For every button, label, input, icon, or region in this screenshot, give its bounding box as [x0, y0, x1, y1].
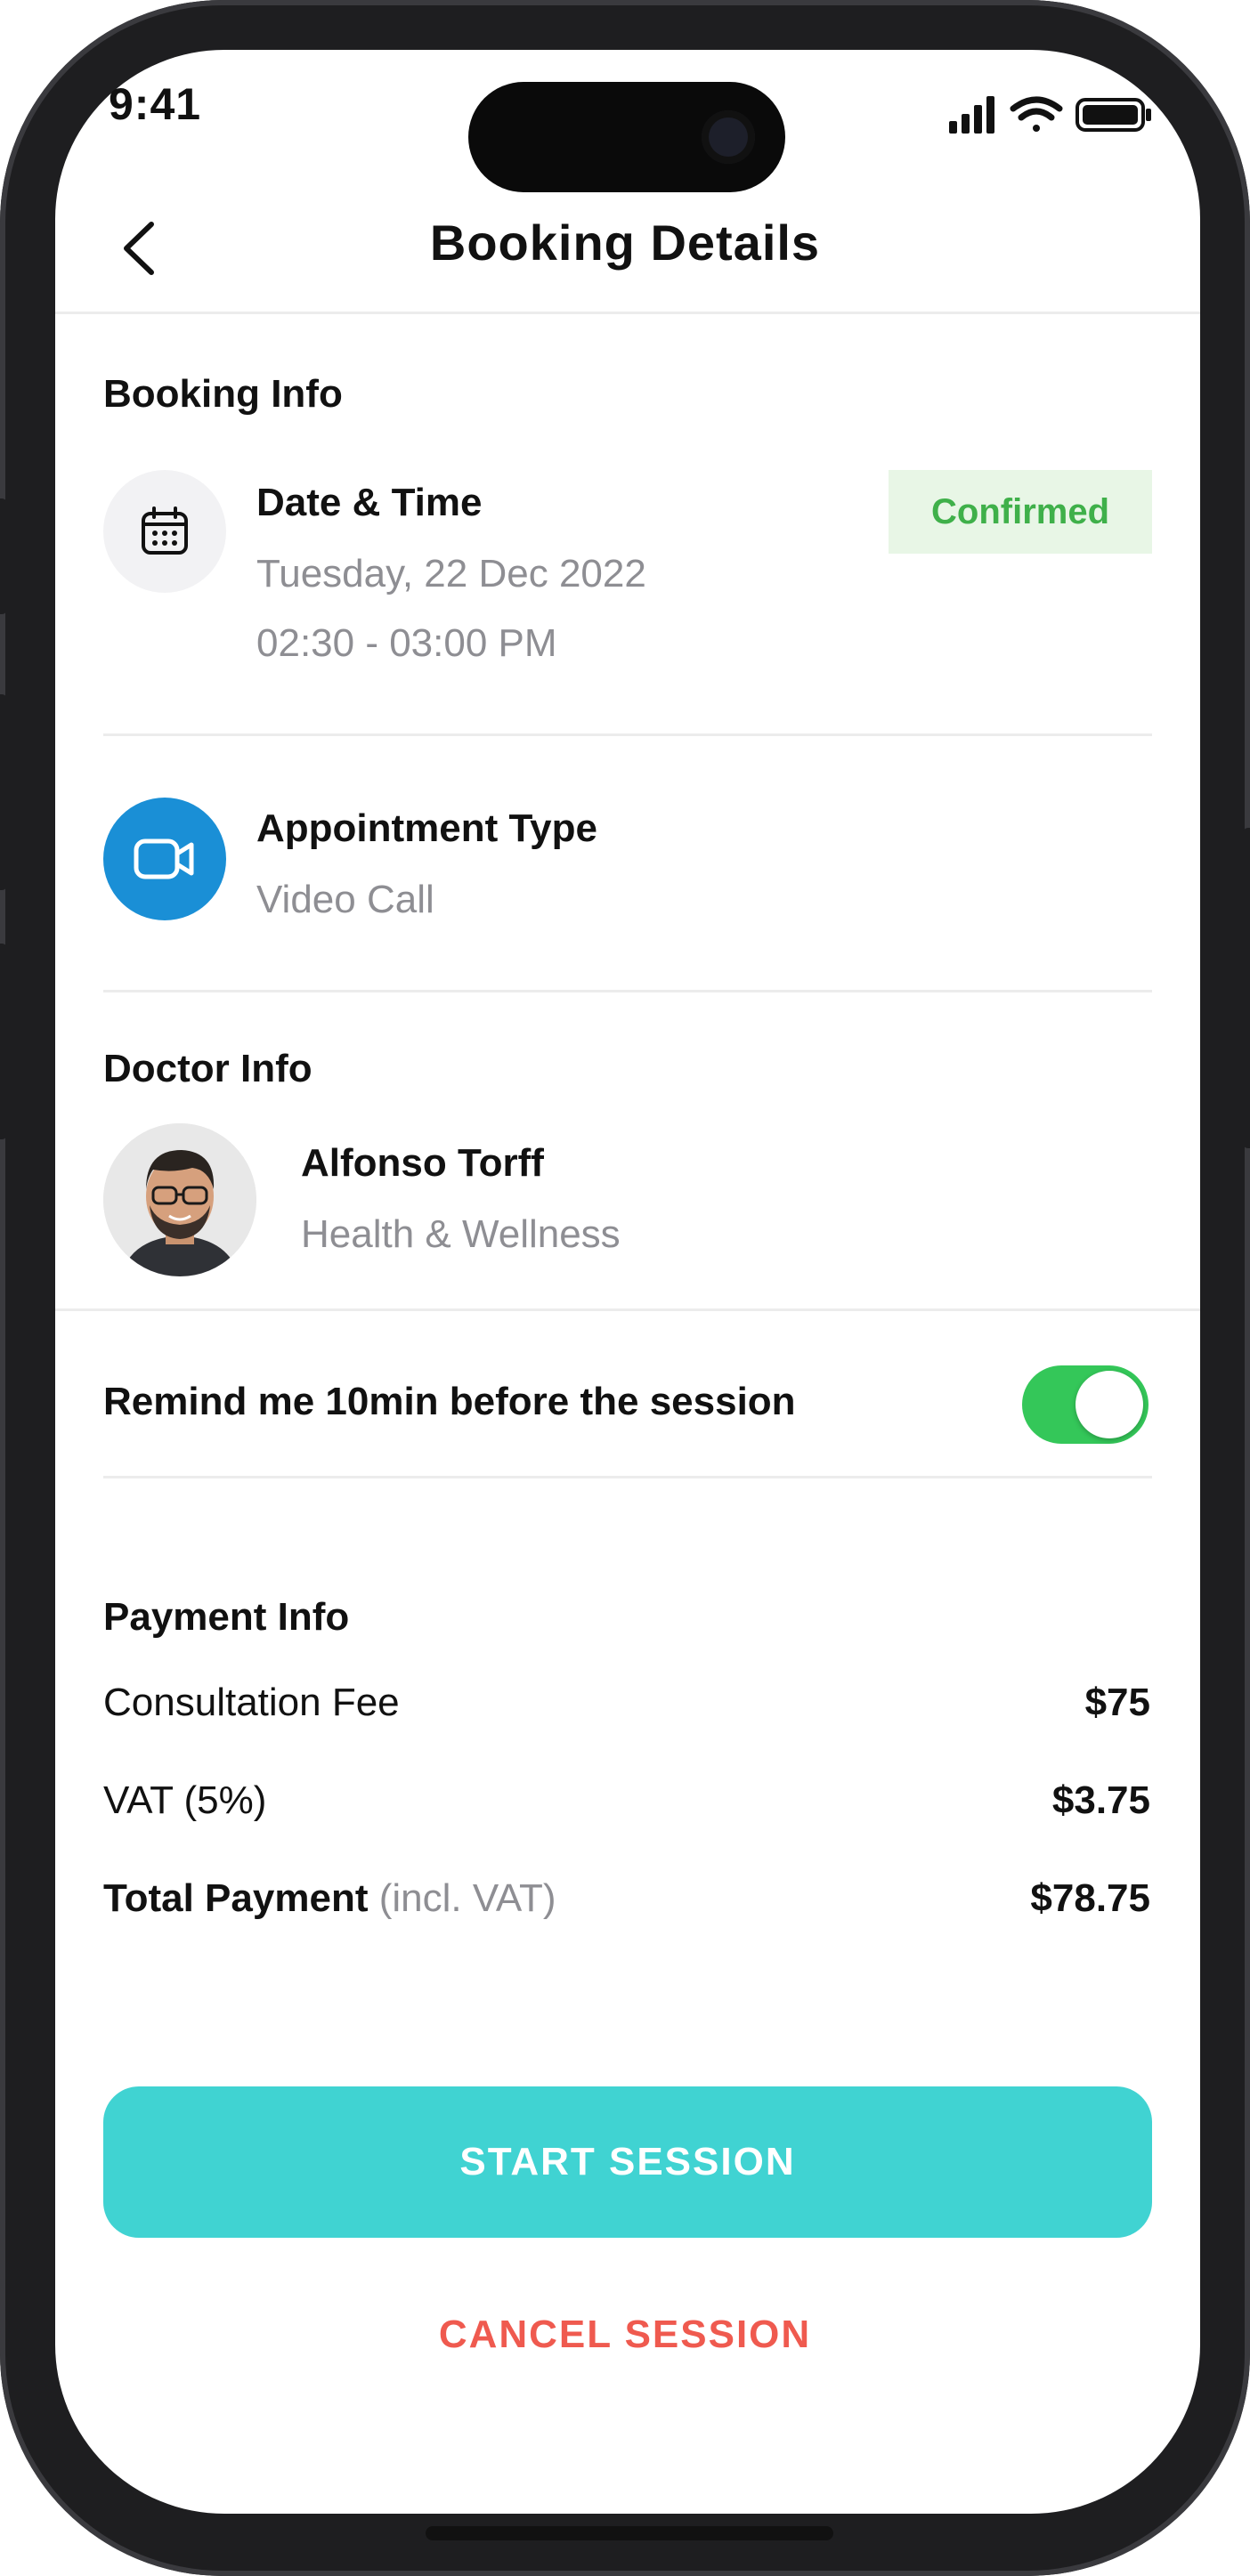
wifi-icon — [1010, 96, 1063, 132]
video-camera-icon — [134, 838, 194, 879]
total-payment-label: Total Payment — [103, 1876, 369, 1920]
doctor-avatar[interactable] — [103, 1123, 256, 1276]
total-payment-note: (incl. VAT) — [378, 1876, 556, 1920]
booking-date: Tuesday, 22 Dec 2022 — [256, 552, 646, 595]
consultation-fee-value: $75 — [1084, 1681, 1150, 1724]
vat-value: $3.75 — [1051, 1778, 1150, 1822]
doctor-info-heading: Doctor Info — [103, 1047, 312, 1090]
booking-time: 02:30 - 03:00 PM — [256, 621, 557, 665]
volume-up-button — [0, 694, 7, 890]
appointment-type-value: Video Call — [256, 878, 434, 921]
battery-icon — [1075, 98, 1151, 132]
front-camera — [702, 110, 755, 164]
payment-info-heading: Payment Info — [103, 1595, 350, 1639]
header-divider — [55, 312, 1200, 314]
consultation-fee-label: Consultation Fee — [103, 1681, 400, 1724]
reminder-toggle[interactable] — [1022, 1365, 1149, 1444]
home-indicator — [426, 2526, 833, 2540]
date-time-label: Date & Time — [256, 481, 483, 524]
status-time: 9:41 — [109, 79, 202, 129]
reminder-label: Remind me 10min before the session — [103, 1380, 796, 1423]
doctor-specialty: Health & Wellness — [301, 1212, 621, 1256]
total-payment-value: $78.75 — [1030, 1876, 1150, 1920]
page-title: Booking Details — [429, 215, 821, 271]
toggle-knob — [1075, 1371, 1143, 1438]
booking-divider — [103, 733, 1152, 736]
total-payment-row: Total Payment (incl. VAT) — [103, 1876, 556, 1921]
appointment-divider — [103, 990, 1152, 992]
status-badge: Confirmed — [889, 470, 1152, 554]
booking-info-heading: Booking Info — [103, 372, 343, 416]
doctor-name: Alfonso Torff — [301, 1141, 544, 1185]
status-icons — [949, 96, 1151, 134]
power-button — [1243, 828, 1250, 1148]
appointment-type-label: Appointment Type — [256, 806, 597, 850]
cancel-session-button[interactable]: CANCEL SESSION — [0, 2313, 1250, 2357]
doctor-portrait — [103, 1123, 256, 1276]
calendar-icon-container — [103, 470, 226, 593]
start-session-button[interactable]: START SESSION — [103, 2086, 1152, 2238]
reminder-divider — [103, 1476, 1152, 1478]
volume-down-button — [0, 944, 7, 1139]
doctor-divider — [55, 1308, 1200, 1311]
video-icon-container — [103, 798, 226, 920]
mute-switch — [0, 498, 7, 614]
vat-label: VAT (5%) — [103, 1778, 267, 1822]
signal-icon — [949, 96, 994, 134]
calendar-icon — [142, 506, 188, 555]
